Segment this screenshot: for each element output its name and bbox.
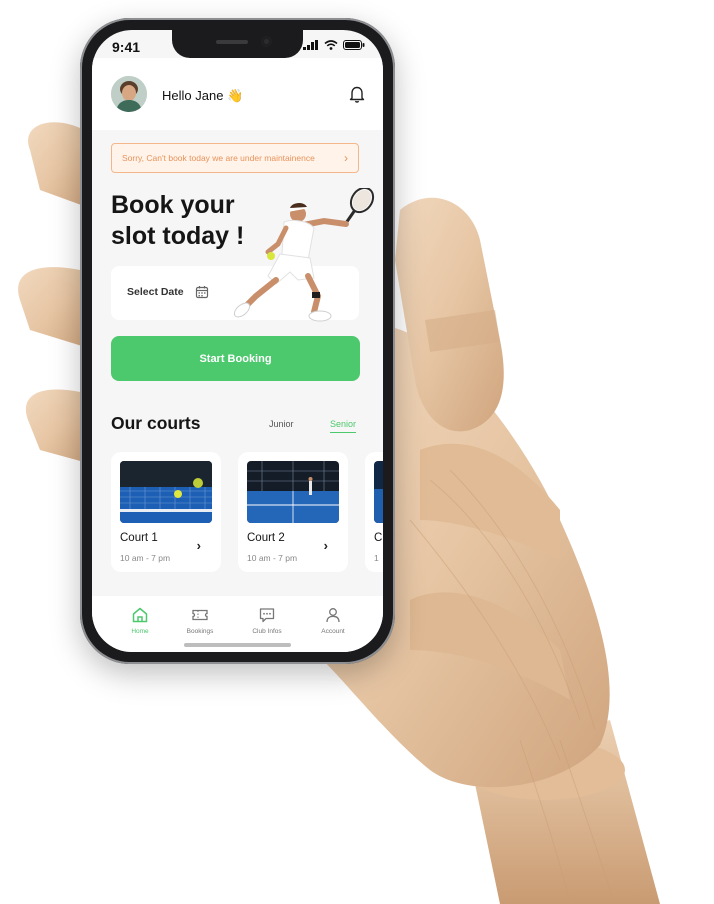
banner-message: Sorry, Can't book today we are under mai… bbox=[122, 153, 315, 163]
date-picker-label: Select Date bbox=[127, 286, 184, 298]
court-hours: 10 am - 7 pm bbox=[120, 553, 171, 563]
signal-icon bbox=[303, 40, 318, 50]
court-card[interactable]: Court 1 10 am - 7 pm › bbox=[111, 452, 221, 572]
nav-label: Club Infos bbox=[252, 628, 282, 635]
tab-senior[interactable]: Senior bbox=[330, 419, 357, 433]
chevron-right-icon: › bbox=[196, 538, 201, 553]
app-screen: 9:41 Hello Jane 👋 Sorry, Can't book toda… bbox=[92, 30, 383, 652]
status-icons bbox=[303, 40, 365, 50]
avatar[interactable] bbox=[111, 76, 147, 112]
speaker-icon bbox=[216, 40, 248, 44]
court-card[interactable]: Court 2 10 am - 7 pm › bbox=[238, 452, 348, 572]
padel-court-image bbox=[120, 461, 212, 523]
phone-frame: 9:41 Hello Jane 👋 Sorry, Can't book toda… bbox=[80, 18, 395, 664]
nav-account[interactable]: Account bbox=[303, 606, 363, 635]
tennis-player-image bbox=[233, 188, 375, 322]
nav-bookings[interactable]: Bookings bbox=[170, 606, 230, 635]
start-booking-button[interactable]: Start Booking bbox=[111, 336, 360, 381]
greeting-text: Hello Jane 👋 bbox=[162, 88, 244, 103]
court-name: Court 2 bbox=[247, 532, 285, 544]
padel-court-image bbox=[247, 461, 339, 523]
court-name: Court 1 bbox=[120, 532, 158, 544]
tab-junior[interactable]: Junior bbox=[269, 419, 294, 429]
nav-label: Account bbox=[321, 628, 345, 635]
nav-label: Home bbox=[131, 628, 149, 635]
court-photo bbox=[247, 461, 339, 523]
app-header: Hello Jane 👋 bbox=[92, 58, 383, 130]
bell-icon[interactable] bbox=[347, 84, 367, 104]
ticket-icon bbox=[192, 609, 208, 621]
nav-club-infos[interactable]: Club Infos bbox=[237, 606, 297, 635]
chevron-right-icon: › bbox=[344, 151, 348, 165]
calendar-icon bbox=[195, 286, 209, 299]
status-time: 9:41 bbox=[112, 39, 141, 55]
home-icon bbox=[132, 607, 148, 623]
court-hours: 10 am - 7 pm bbox=[247, 553, 298, 563]
maintenance-banner[interactable]: Sorry, Can't book today we are under mai… bbox=[111, 143, 359, 173]
profile-photo-icon bbox=[111, 76, 147, 112]
phone-notch bbox=[172, 30, 303, 58]
home-indicator bbox=[184, 643, 291, 647]
court-card[interactable]: C 1 bbox=[365, 452, 383, 572]
camera-icon bbox=[261, 36, 272, 47]
wifi-icon bbox=[324, 40, 338, 50]
chevron-right-icon: › bbox=[323, 538, 328, 553]
court-name: C bbox=[374, 532, 383, 544]
court-photo bbox=[120, 461, 212, 523]
court-hours: 1 bbox=[374, 553, 379, 563]
padel-court-image bbox=[374, 461, 383, 523]
nav-home[interactable]: Home bbox=[110, 606, 170, 635]
battery-icon bbox=[343, 40, 365, 50]
chat-icon bbox=[259, 608, 275, 623]
user-icon bbox=[326, 608, 340, 623]
nav-label: Bookings bbox=[186, 628, 214, 635]
court-photo bbox=[374, 461, 383, 523]
courts-section-title: Our courts bbox=[111, 413, 201, 433]
